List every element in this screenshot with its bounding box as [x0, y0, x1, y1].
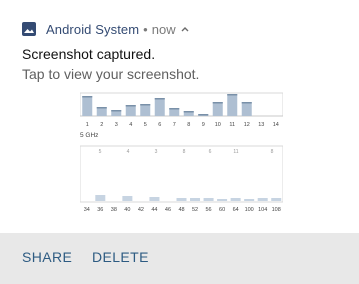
- screenshot-preview[interactable]: 1 2 3 4 5 6 7 8 9 10 11 12 13 14 5 GHz 5 4 3 8 6 11 8 34 36 3…: [80, 90, 283, 216]
- preview-top-tick: 14: [273, 122, 279, 128]
- header-separator: •: [143, 21, 148, 37]
- preview-bottom-tick: 104: [258, 207, 267, 213]
- band-label: 5 GHz: [80, 132, 98, 139]
- preview-bottom-bar: [217, 199, 228, 201]
- preview-bottom-bar: [271, 198, 282, 201]
- preview-top-bar-cap: [169, 108, 180, 110]
- preview-bottom-tick: 108: [272, 207, 281, 213]
- preview-top-bar-cap: [212, 102, 223, 104]
- preview-bottom-frame: [80, 145, 283, 203]
- preview-bottom-ticks: 34 36 38 40 42 44 46 48 52 56 60 64 100 104 108: [84, 207, 281, 213]
- preview-top-tick: 2: [100, 122, 103, 128]
- preview-bottom-bar: [95, 195, 106, 201]
- preview-bottom-bar: [149, 197, 160, 201]
- preview-inner-label: 4: [127, 149, 130, 155]
- preview-top-tick: 10: [215, 122, 221, 128]
- preview-top-bar-cap: [111, 110, 122, 112]
- delete-button[interactable]: DELETE: [92, 249, 149, 265]
- preview-bottom-tick: 36: [97, 207, 103, 213]
- preview-bottom-tick: 46: [165, 207, 171, 213]
- preview-inner-label: 6: [209, 149, 212, 155]
- preview-top-bar-cap: [154, 98, 165, 100]
- preview-top-tick: 12: [244, 122, 250, 128]
- notification-actions: SHARE DELETE: [0, 233, 359, 284]
- preview-bottom-tick: 44: [151, 207, 157, 213]
- preview-top-tick: 7: [173, 122, 176, 128]
- preview-bottom-bar: [257, 198, 268, 201]
- app-name: Android System: [46, 21, 140, 37]
- preview-top-bar: [227, 94, 238, 116]
- preview-top-tick: 3: [115, 122, 118, 128]
- preview-bottom-bar: [230, 198, 241, 201]
- preview-top-bar-cap: [96, 107, 107, 109]
- preview-top-ticks: 1 2 3 4 5 6 7 8 9 10 11 12 13 14: [86, 122, 279, 128]
- preview-top-tick: 9: [202, 122, 205, 128]
- image-icon: [22, 22, 36, 36]
- preview-top-bar: [241, 102, 252, 116]
- preview-bottom-bar: [244, 199, 255, 201]
- preview-bottom-tick: 38: [111, 207, 117, 213]
- preview-inner-label: 5: [99, 149, 102, 155]
- notification-title: Screenshot captured.: [22, 46, 156, 62]
- preview-top-tick: 1: [86, 122, 89, 128]
- preview-top-bar-cap: [140, 104, 151, 106]
- preview-bottom-tick: 34: [84, 207, 90, 213]
- preview-bottom-tick: 42: [138, 207, 144, 213]
- preview-top-bar: [154, 98, 165, 116]
- preview-inner-label: 8: [183, 149, 186, 155]
- preview-bottom-tick: 56: [206, 207, 212, 213]
- preview-top-bar-cap: [183, 111, 194, 113]
- preview-bottom-tick: 40: [124, 207, 130, 213]
- preview-top-bar-cap: [198, 114, 209, 116]
- preview-top-bar-cap: [82, 96, 93, 98]
- preview-bottom-bar: [176, 198, 187, 201]
- preview-top-tick: 13: [258, 122, 264, 128]
- preview-top-tick: 5: [144, 122, 147, 128]
- preview-bottom-bar: [122, 196, 133, 201]
- preview-top-bar-cap: [125, 105, 136, 107]
- preview-top-tick: 11: [229, 122, 235, 128]
- preview-inner-label: 3: [155, 149, 158, 155]
- notification-card[interactable]: Android System • now Screenshot captured…: [0, 0, 359, 284]
- preview-top-bars: [82, 94, 252, 116]
- preview-bottom-bar: [203, 198, 214, 201]
- preview-top-tick: 8: [187, 122, 190, 128]
- preview-top-bar-cap: [241, 102, 252, 104]
- preview-top-bar: [140, 104, 151, 116]
- notification-text: Tap to view your screenshot.: [22, 66, 200, 82]
- preview-top-tick: 6: [158, 122, 161, 128]
- preview-inner-label: 8: [271, 149, 274, 155]
- preview-top-bar: [212, 102, 223, 116]
- preview-bottom-tick: 48: [178, 207, 184, 213]
- preview-inner-label: 11: [233, 149, 238, 155]
- preview-bottom-tick: 52: [192, 207, 198, 213]
- share-button[interactable]: SHARE: [22, 249, 72, 265]
- preview-bottom-tick: 60: [219, 207, 225, 213]
- notification-header: Android System • now: [22, 18, 190, 40]
- preview-bottom-tick: 64: [233, 207, 239, 213]
- preview-top-bar: [125, 105, 136, 116]
- preview-top-bar-cap: [227, 94, 238, 96]
- preview-top-bar: [82, 96, 93, 116]
- preview-top-tick: 4: [129, 122, 132, 128]
- chevron-up-icon[interactable]: [180, 24, 190, 34]
- preview-bottom-bar: [190, 198, 201, 201]
- notification-time: now: [151, 21, 176, 37]
- preview-bottom-tick: 100: [245, 207, 254, 213]
